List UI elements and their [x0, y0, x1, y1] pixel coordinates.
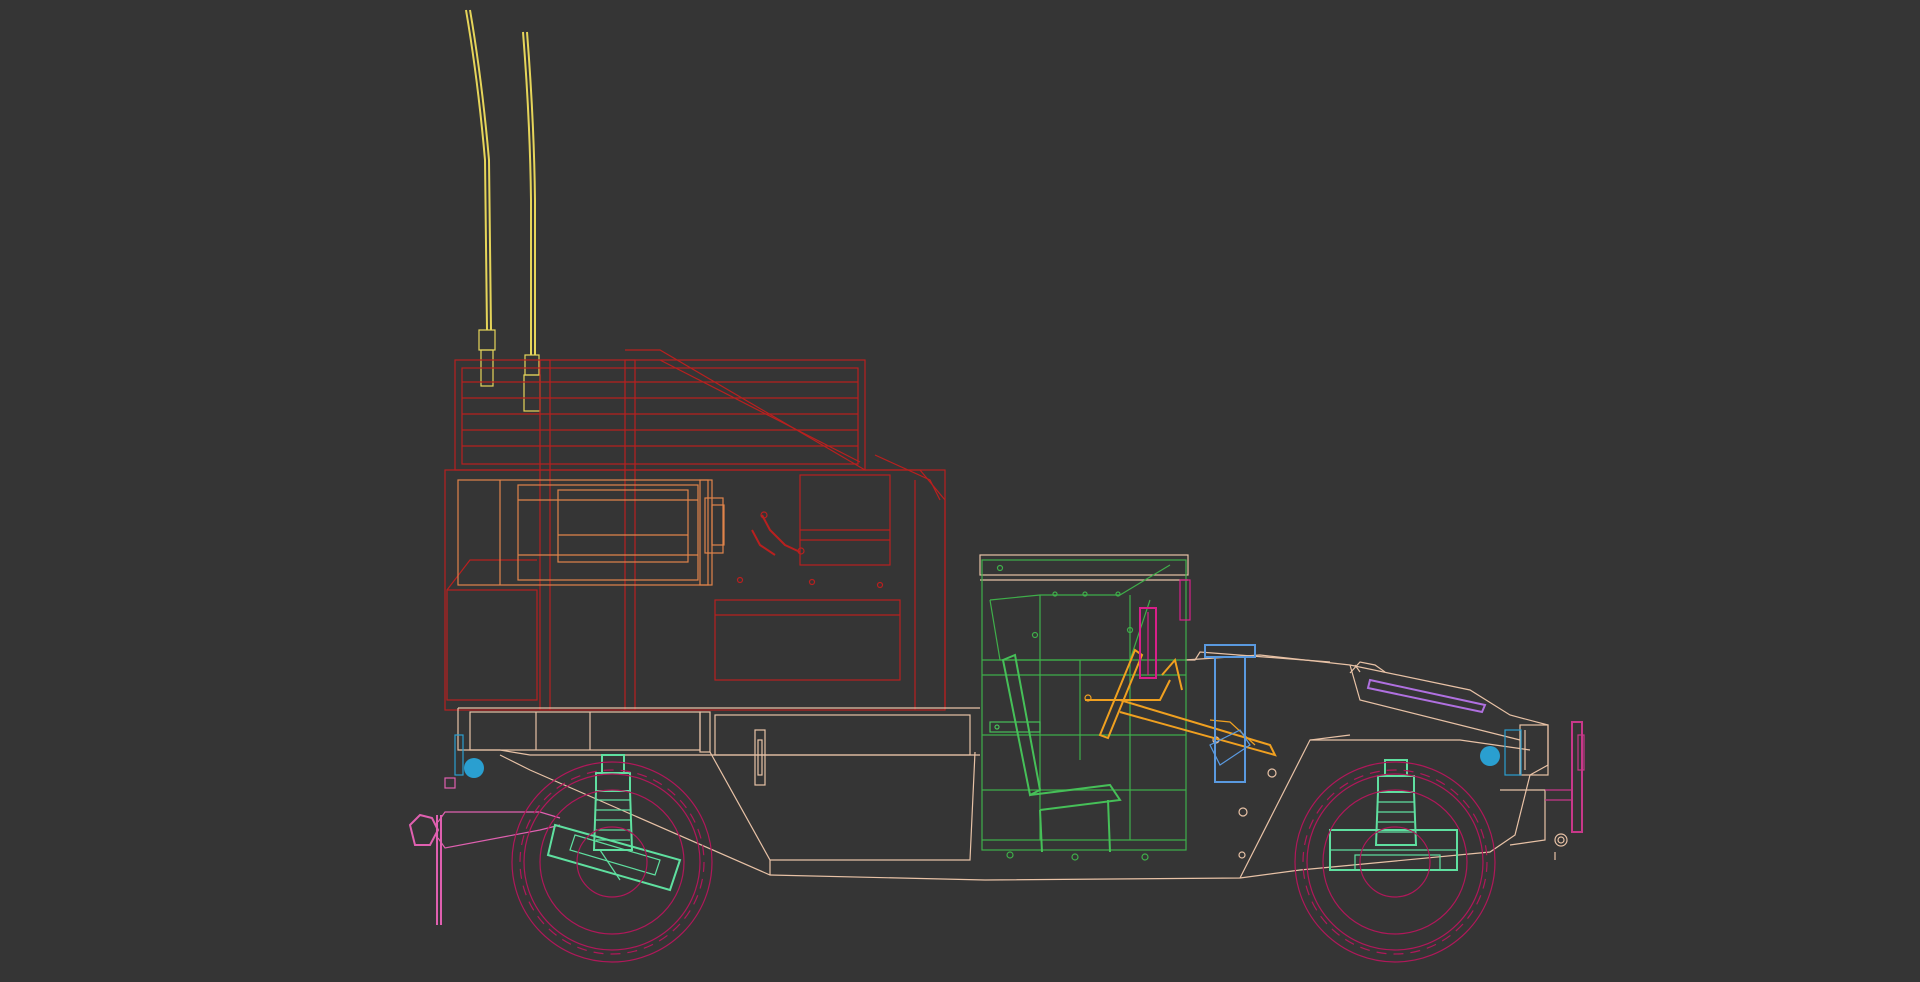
cargo-shelter[interactable]: [444, 349, 946, 711]
hood-vent[interactable]: [1366, 678, 1487, 714]
antenna-right[interactable]: [522, 31, 541, 412]
vehicle-body[interactable]: [457, 554, 1568, 881]
front-suspension[interactable]: [1329, 759, 1458, 871]
front-bumper-post[interactable]: [1545, 721, 1585, 833]
driver-seat[interactable]: [989, 653, 1122, 853]
equipment-rack[interactable]: [457, 479, 725, 586]
intake-stack[interactable]: [1204, 644, 1256, 783]
front-headlight[interactable]: [1480, 729, 1522, 776]
tow-hitch[interactable]: [408, 777, 561, 925]
3d-viewport[interactable]: [0, 0, 1920, 982]
brake-pedal[interactable]: [1139, 579, 1191, 679]
antenna-left[interactable]: [465, 9, 496, 387]
rear-suspension[interactable]: [546, 754, 682, 892]
wireframe-canvas[interactable]: [0, 0, 1920, 982]
